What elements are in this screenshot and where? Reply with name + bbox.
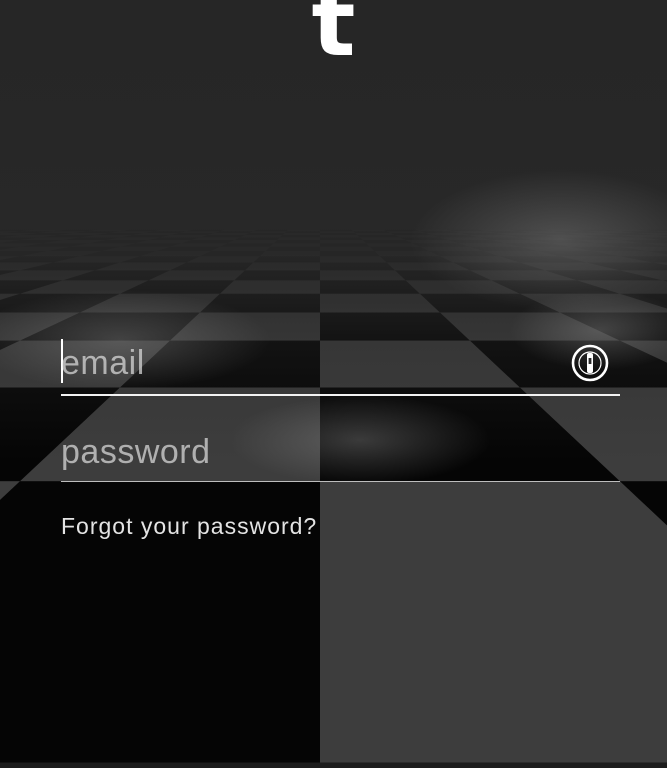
tumblr-logo: t xyxy=(311,0,356,77)
email-placeholder: email xyxy=(61,344,145,382)
password-field[interactable]: password xyxy=(61,424,620,482)
password-manager-icon[interactable] xyxy=(571,344,609,382)
forgot-password-link[interactable]: Forgot your password? xyxy=(61,512,317,540)
email-field[interactable]: email xyxy=(61,332,620,396)
password-placeholder: password xyxy=(61,433,211,471)
login-screen: t email password Forgot your password? xyxy=(0,0,667,768)
